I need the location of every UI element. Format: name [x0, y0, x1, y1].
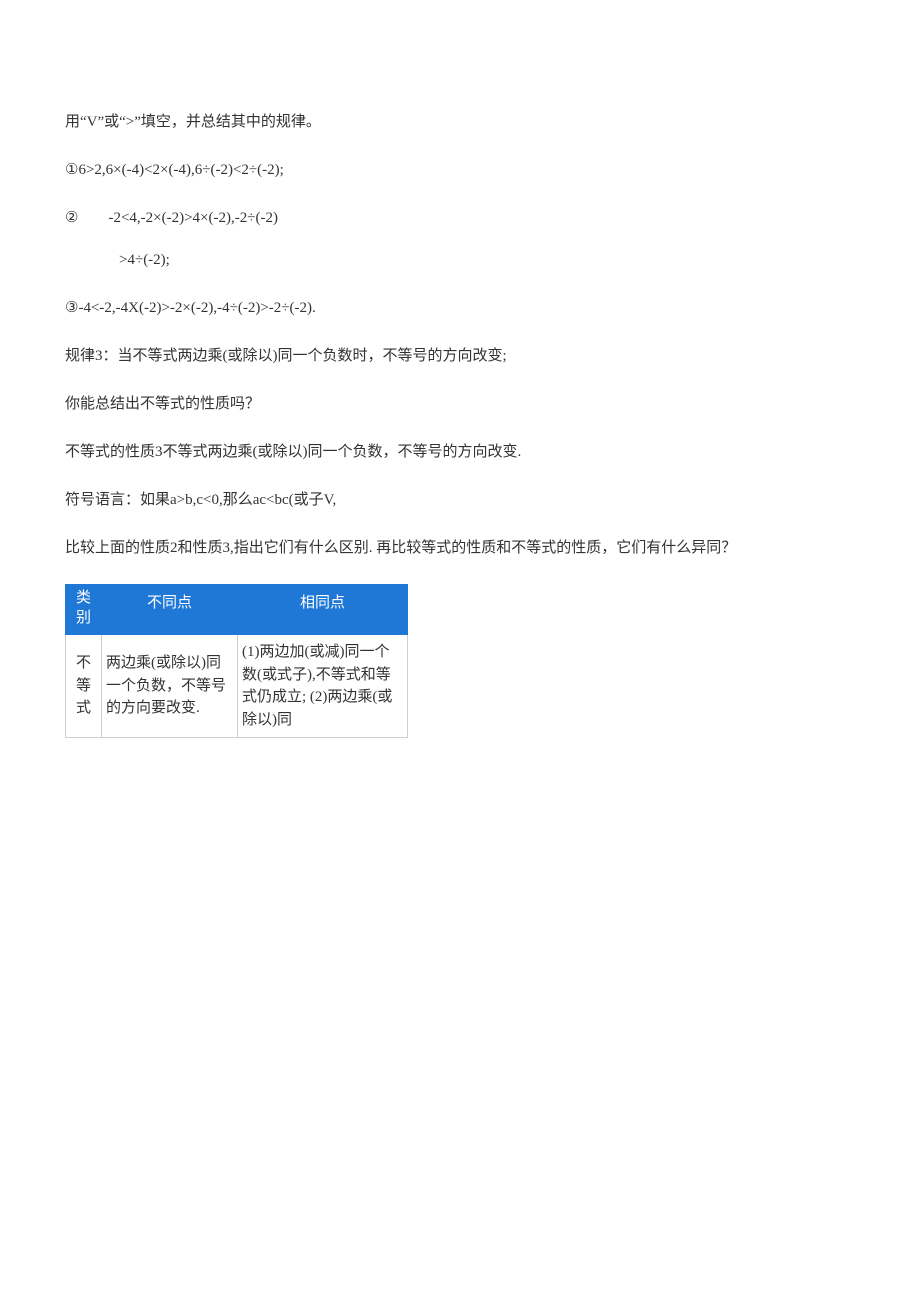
text-line: 比较上面的性质2和性质3,指出它们有什么区别. 再比较等式的性质和不等式的性质，… [65, 540, 736, 556]
text-line: 规律3：当不等式两边乘(或除以)同一个负数时，不等号的方向改变; [65, 348, 507, 364]
text-line: 不等式的性质3不等式两边乘(或除以)同一个负数，不等号的方向改变. [65, 444, 521, 460]
text-line: ② -2<4,-2×(-2)>4×(-2),-2÷(-2) [65, 206, 855, 230]
text-line: 你能总结出不等式的性质吗？ [65, 396, 260, 412]
paragraph-item-2: ② -2<4,-2×(-2)>4×(-2),-2÷(-2) >4÷(-2); [65, 206, 855, 272]
table-header-similarities: 相同点 [238, 585, 408, 635]
paragraph-comparison-question: 比较上面的性质2和性质3,指出它们有什么区别. 再比较等式的性质和不等式的性质，… [65, 536, 855, 560]
paragraph-property-3: 不等式的性质3不等式两边乘(或除以)同一个负数，不等号的方向改变. [65, 440, 855, 464]
text-line: ③-4<-2,-4X(-2)>-2×(-2),-4÷(-2)>-2÷(-2). [65, 300, 316, 316]
table-cell-differences: 两边乘(或除以)同一个负数，不等号的方向要改变. [102, 635, 238, 738]
paragraph-item-1: ①6>2,6×(-4)<2×(-4),6÷(-2)<2÷(-2); [65, 158, 855, 182]
table-header-differences: 不同点 [102, 585, 238, 635]
table-header-row: 类别 不同点 相同点 [66, 585, 408, 635]
text-line: 用“V”或“>”填空，并总结其中的规律。 [65, 114, 321, 130]
text-line: 符号语言：如果a>b,c<0,那么ac<bc(或子V, [65, 492, 336, 508]
table-cell-similarities: (1)两边加(或减)同一个数(或式子),不等式和等式仍成立; (2)两边乘(或除… [238, 635, 408, 738]
paragraph-symbol-language: 符号语言：如果a>b,c<0,那么ac<bc(或子V, [65, 488, 855, 512]
table-row: 不等式 两边乘(或除以)同一个负数，不等号的方向要改变. (1)两边加(或减)同… [66, 635, 408, 738]
comparison-table: 类别 不同点 相同点 不等式 两边乘(或除以)同一个负数，不等号的方向要改变. … [65, 584, 408, 738]
table-header-category: 类别 [66, 585, 102, 635]
table-cell-category: 不等式 [66, 635, 102, 738]
paragraph-intro: 用“V”或“>”填空，并总结其中的规律。 [65, 110, 855, 134]
paragraph-rule-3: 规律3：当不等式两边乘(或除以)同一个负数时，不等号的方向改变; [65, 344, 855, 368]
paragraph-question-1: 你能总结出不等式的性质吗？ [65, 392, 855, 416]
text-line: ①6>2,6×(-4)<2×(-4),6÷(-2)<2÷(-2); [65, 162, 284, 178]
text-line-continuation: >4÷(-2); [65, 248, 855, 272]
paragraph-item-3: ③-4<-2,-4X(-2)>-2×(-2),-4÷(-2)>-2÷(-2). [65, 296, 855, 320]
